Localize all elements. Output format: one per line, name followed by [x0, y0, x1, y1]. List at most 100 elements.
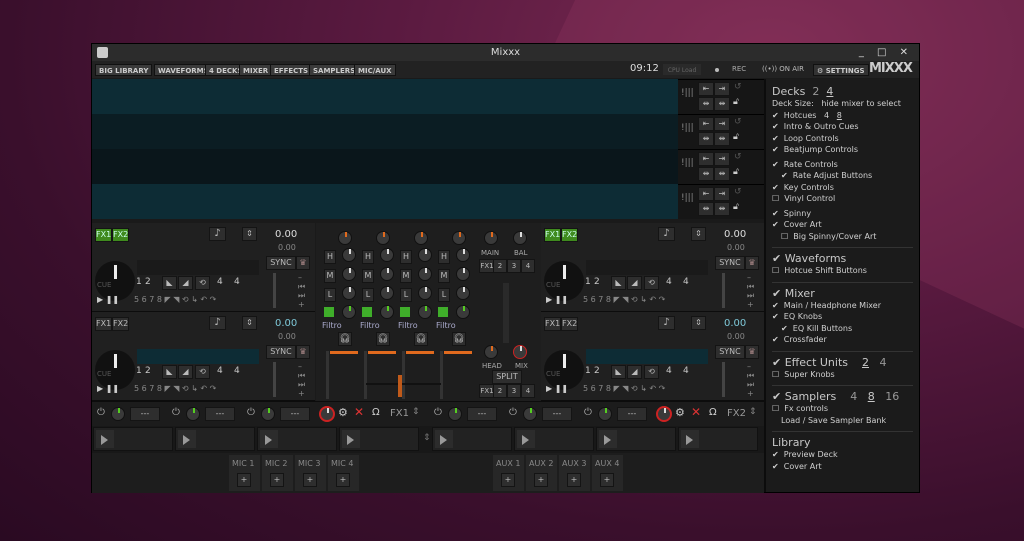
beatloop-size[interactable]: 4: [217, 277, 223, 287]
deck-4-waveform[interactable]: [92, 184, 678, 219]
play-pause-button[interactable]: ▶ ❚❚: [546, 295, 568, 304]
quick-effect-knob[interactable]: [342, 305, 356, 319]
rate-slider[interactable]: [273, 362, 276, 397]
hotcue-shift-toggle[interactable]: ☐ Hotcue Shift Buttons: [772, 265, 913, 277]
beatjump-back-button[interactable]: ◣: [162, 365, 177, 379]
fx-controls-toggle[interactable]: ☐ Fx controls: [772, 403, 913, 415]
channel-volume-fader[interactable]: [444, 351, 472, 354]
effect-meta-knob[interactable]: [598, 407, 612, 421]
effect-selector[interactable]: ---: [542, 407, 572, 421]
sync-button[interactable]: SYNC: [266, 256, 296, 270]
eq-kill-h-button[interactable]: H: [438, 250, 450, 264]
mic-add-button[interactable]: +: [336, 473, 350, 487]
eq-l-knob[interactable]: [418, 286, 432, 300]
headphone-cue-icon[interactable]: 🎧︎: [338, 332, 352, 346]
effect-selector[interactable]: ---: [205, 407, 235, 421]
eq-m-knob[interactable]: [380, 267, 394, 281]
library-cover-art-toggle[interactable]: ✔ Cover Art: [772, 461, 913, 473]
beatjump-toggle[interactable]: ✔ Beatjump Controls: [772, 144, 913, 156]
sync-leader-icon[interactable]: ♛: [296, 345, 310, 359]
undo-icon[interactable]: ↺: [734, 152, 742, 162]
head-fx-assign-4[interactable]: 4: [521, 384, 535, 398]
vinyl-control-toggle[interactable]: ☐ Vinyl Control: [772, 193, 913, 205]
loop-controls-toggle[interactable]: ✔ Loop Controls: [772, 133, 913, 145]
effect-mix-knob[interactable]: [319, 406, 335, 422]
effect-meta-knob[interactable]: [111, 407, 125, 421]
effect-meta-knob[interactable]: [186, 407, 200, 421]
effect-enable-icon[interactable]: ⏻: [584, 407, 592, 418]
headphone-split-button[interactable]: SPLIT: [492, 370, 522, 384]
gain-knob[interactable]: [414, 231, 428, 245]
big-library-button[interactable]: BIG LIBRARY: [95, 64, 153, 76]
aux-add-button[interactable]: +: [567, 473, 581, 487]
beatgrid-later-button[interactable]: ⇥: [714, 187, 730, 201]
fx1-assign-button[interactable]: FX1: [95, 317, 112, 331]
eq-h-knob[interactable]: [418, 248, 432, 262]
balance-knob[interactable]: [513, 231, 527, 245]
effect-routing-icon[interactable]: ✕: [354, 405, 364, 419]
eq-kill-h-button[interactable]: H: [362, 250, 374, 264]
mic-add-button[interactable]: +: [303, 473, 317, 487]
overview-waveform[interactable]: [586, 260, 708, 275]
eq-kill-l-button[interactable]: L: [324, 288, 336, 302]
headphone-cue-icon[interactable]: 🎧︎: [452, 332, 466, 346]
channel-volume-fader[interactable]: [406, 351, 434, 354]
beatgrid-shrink-button[interactable]: ⇹: [698, 167, 714, 181]
hotcue-2-button[interactable]: 2: [594, 277, 600, 287]
loop-toggle-button[interactable]: ⟲: [195, 276, 210, 290]
waveform-options-icon[interactable]: !|||: [681, 123, 694, 133]
samplers-option-16[interactable]: 16: [885, 390, 899, 403]
eq-knobs-toggle[interactable]: ✔ EQ Knobs: [772, 311, 913, 323]
effect-enable-icon[interactable]: ⏻: [97, 407, 105, 418]
key-spinbox[interactable]: ⇕: [242, 227, 257, 241]
hotcue-2-button[interactable]: 2: [594, 366, 600, 376]
toggle-samplers[interactable]: SAMPLERS: [309, 64, 360, 76]
key-notation-icon[interactable]: ♪: [209, 316, 226, 330]
headphone-icon[interactable]: Ω: [709, 407, 717, 418]
eq-l-knob[interactable]: [342, 286, 356, 300]
on-air-button[interactable]: ((•)) ON AIR: [762, 65, 804, 73]
hotcue-2-button[interactable]: 2: [145, 277, 151, 287]
waveforms-toggle[interactable]: ✔ Waveforms: [772, 252, 913, 265]
spinny-toggle[interactable]: ✔ Spinny: [772, 208, 913, 220]
settings-button[interactable]: ⚙ SETTINGS: [813, 64, 869, 76]
gain-knob[interactable]: [376, 231, 390, 245]
aux-add-button[interactable]: +: [534, 473, 548, 487]
headphone-mix-knob[interactable]: [513, 345, 527, 359]
key-spinbox[interactable]: ⇕: [242, 316, 257, 330]
beatjump-size[interactable]: 4: [683, 277, 689, 287]
main-fx-assign-3[interactable]: 3: [507, 259, 521, 273]
mic-add-button[interactable]: +: [270, 473, 284, 487]
hotcue-1-button[interactable]: 1: [585, 366, 591, 376]
beatjump-forward-button[interactable]: ◢: [627, 276, 642, 290]
key-notation-icon[interactable]: ♪: [209, 227, 226, 241]
fx1-assign-button[interactable]: FX1: [95, 228, 112, 242]
eq-kill-l-button[interactable]: L: [362, 288, 374, 302]
samplers-option-4[interactable]: 4: [850, 390, 857, 403]
eq-l-knob[interactable]: [380, 286, 394, 300]
waveform-display[interactable]: [92, 79, 678, 219]
effect-selector[interactable]: ---: [280, 407, 310, 421]
fx2-assign-button[interactable]: FX2: [561, 317, 578, 331]
eq-m-knob[interactable]: [418, 267, 432, 281]
hotcues-toggle[interactable]: ✔ Hotcues 4 8: [772, 110, 913, 122]
sync-button[interactable]: SYNC: [715, 256, 745, 270]
effect-selector[interactable]: ---: [130, 407, 160, 421]
quick-effect-filter-label[interactable]: Filtro: [436, 321, 456, 330]
beatjump-forward-button[interactable]: ◢: [178, 365, 193, 379]
key-notation-icon[interactable]: ♪: [658, 316, 675, 330]
eq-h-knob[interactable]: [456, 248, 470, 262]
gear-icon[interactable]: ⚙: [338, 406, 348, 419]
beatloop-size[interactable]: 4: [666, 366, 672, 376]
overview-waveform[interactable]: [137, 260, 259, 275]
cover-art-toggle[interactable]: ✔ Cover Art: [772, 219, 913, 231]
effect-mix-knob[interactable]: [656, 406, 672, 422]
rate-slider[interactable]: [273, 273, 276, 308]
quick-effect-knob[interactable]: [380, 305, 394, 319]
beatgrid-expand-button[interactable]: ⇹: [714, 132, 730, 146]
beatjump-back-button[interactable]: ◣: [162, 276, 177, 290]
sampler-bank-spinner[interactable]: ⇕: [423, 433, 431, 443]
undo-icon[interactable]: ↺: [734, 117, 742, 127]
quick-effect-enable[interactable]: [438, 307, 448, 317]
play-pause-button[interactable]: ▶ ❚❚: [97, 384, 119, 393]
